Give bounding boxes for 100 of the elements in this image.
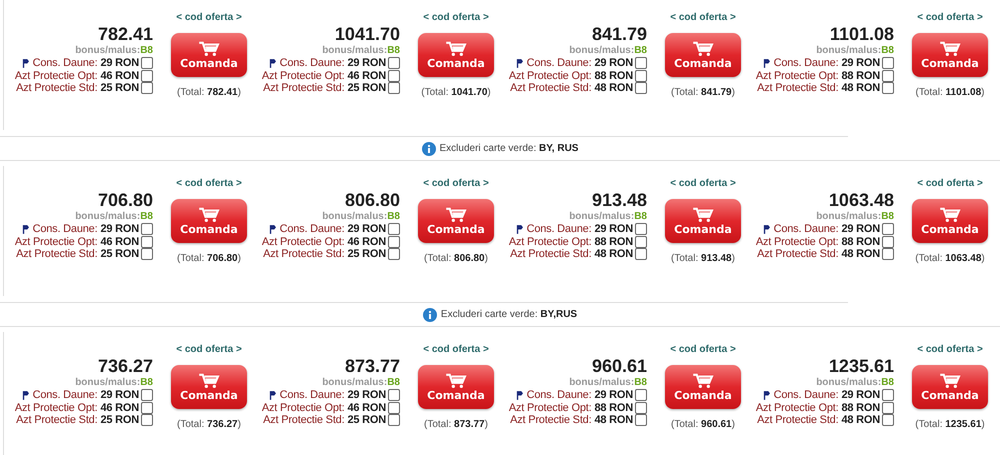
order-button[interactable]: Comanda bbox=[171, 365, 247, 409]
option-checkbox[interactable] bbox=[141, 70, 153, 82]
option-checkbox[interactable] bbox=[635, 236, 647, 248]
option-checkbox[interactable] bbox=[388, 402, 400, 414]
offer-code-link[interactable]: < cod oferta > bbox=[423, 344, 489, 356]
option-checkbox[interactable] bbox=[388, 70, 400, 82]
option-checkbox[interactable] bbox=[388, 414, 400, 426]
bonus-label: bonus/malus: bbox=[816, 377, 882, 388]
cart-icon bbox=[692, 372, 714, 388]
option-label: Azt Protectie Std: bbox=[16, 82, 98, 94]
option-label: Azt Protectie Std: bbox=[16, 248, 98, 260]
cart-icon bbox=[445, 372, 467, 388]
option-checkbox[interactable] bbox=[635, 223, 647, 236]
option-label: Azt Protectie Opt: bbox=[756, 236, 838, 248]
offer-price: 960.61 bbox=[592, 356, 647, 377]
offer-code-link[interactable]: < cod oferta > bbox=[917, 344, 983, 356]
option-price: 29 RON bbox=[594, 223, 633, 236]
option-checkbox[interactable] bbox=[141, 223, 153, 236]
total-text: (Total: 1041.70) bbox=[421, 87, 491, 98]
option-checkbox[interactable] bbox=[388, 57, 400, 70]
option-checkbox[interactable] bbox=[882, 248, 894, 260]
option-label: Azt Protectie Opt: bbox=[262, 236, 344, 248]
option-checkbox[interactable] bbox=[635, 414, 647, 426]
offer-price: 806.80 bbox=[344, 190, 400, 211]
order-button[interactable]: Comanda bbox=[912, 365, 988, 409]
bonus-class: B8 bbox=[140, 45, 153, 56]
option-price: 48 RON bbox=[841, 82, 880, 94]
offer-code-link[interactable]: < cod oferta > bbox=[670, 12, 736, 24]
order-button[interactable]: Comanda bbox=[665, 199, 741, 243]
option-price: 46 RON bbox=[100, 236, 139, 248]
bonus-label: bonus/malus: bbox=[322, 45, 388, 56]
option-checkbox[interactable] bbox=[635, 389, 647, 402]
offer-code-link[interactable]: < cod oferta > bbox=[670, 178, 736, 190]
option-checkbox[interactable] bbox=[882, 57, 894, 70]
offer-code-link[interactable]: < cod oferta > bbox=[176, 178, 242, 190]
option-label: Cons. Daune: bbox=[32, 223, 98, 236]
option-checkbox[interactable] bbox=[882, 402, 894, 414]
option-checkbox[interactable] bbox=[882, 236, 894, 248]
option-price: 29 RON bbox=[594, 389, 633, 402]
bonus-label: bonus/malus: bbox=[569, 211, 634, 222]
option-price: 88 RON bbox=[841, 236, 880, 248]
option-checkbox[interactable] bbox=[635, 70, 647, 82]
option-checkbox[interactable] bbox=[388, 236, 400, 248]
cart-icon bbox=[198, 206, 220, 222]
offer-code-link[interactable]: < cod oferta > bbox=[423, 12, 489, 24]
offer-code-link[interactable]: < cod oferta > bbox=[176, 344, 242, 356]
bonus-class: B8 bbox=[387, 45, 400, 56]
option-checkbox[interactable] bbox=[388, 389, 400, 402]
order-button[interactable]: Comanda bbox=[171, 199, 247, 243]
option-checkbox[interactable] bbox=[141, 82, 153, 94]
option-checkbox[interactable] bbox=[882, 389, 894, 402]
order-button[interactable]: Comanda bbox=[665, 365, 741, 409]
cart-icon bbox=[939, 40, 961, 56]
option-label: Cons. Daune: bbox=[774, 223, 838, 236]
option-price: 29 RON bbox=[347, 389, 386, 402]
order-button[interactable]: Comanda bbox=[418, 33, 494, 77]
option-checkbox[interactable] bbox=[635, 402, 647, 414]
cart-icon bbox=[198, 40, 220, 56]
cart-icon bbox=[939, 372, 961, 388]
cart-icon bbox=[692, 206, 714, 222]
option-checkbox[interactable] bbox=[141, 402, 153, 414]
option-checkbox[interactable] bbox=[882, 82, 894, 94]
option-checkbox[interactable] bbox=[141, 389, 153, 402]
option-checkbox[interactable] bbox=[635, 82, 647, 94]
option-checkbox[interactable] bbox=[882, 70, 894, 82]
option-label: Cons. Daune: bbox=[32, 389, 98, 402]
option-checkbox[interactable] bbox=[635, 57, 647, 70]
order-button[interactable]: Comanda bbox=[418, 199, 494, 243]
option-label: Cons. Daune: bbox=[526, 57, 592, 70]
option-label: Azt Protectie Opt: bbox=[14, 236, 98, 248]
bonus-label: bonus/malus: bbox=[75, 377, 140, 388]
option-checkbox[interactable] bbox=[141, 248, 153, 260]
option-checkbox[interactable] bbox=[388, 82, 400, 94]
order-button[interactable]: Comanda bbox=[912, 33, 988, 77]
option-checkbox[interactable] bbox=[635, 248, 647, 260]
option-checkbox[interactable] bbox=[388, 248, 400, 260]
option-price: 29 RON bbox=[841, 57, 880, 70]
order-button[interactable]: Comanda bbox=[665, 33, 741, 77]
order-button[interactable]: Comanda bbox=[418, 365, 494, 409]
offer-code-link[interactable]: < cod oferta > bbox=[423, 178, 489, 190]
option-checkbox[interactable] bbox=[141, 57, 153, 70]
offer-code-link[interactable]: < cod oferta > bbox=[917, 12, 983, 24]
offer-code-link[interactable]: < cod oferta > bbox=[670, 344, 736, 356]
option-label: Azt Protectie Opt: bbox=[756, 70, 838, 82]
total-text: (Total: 1063.48) bbox=[915, 253, 985, 264]
option-checkbox[interactable] bbox=[882, 414, 894, 426]
offer-code-link[interactable]: < cod oferta > bbox=[917, 178, 983, 190]
bonus-label: bonus/malus: bbox=[75, 211, 140, 222]
option-checkbox[interactable] bbox=[141, 414, 153, 426]
option-label: Azt Protectie Std: bbox=[510, 414, 592, 426]
option-checkbox[interactable] bbox=[141, 236, 153, 248]
offer-code-link[interactable]: < cod oferta > bbox=[176, 12, 242, 24]
option-checkbox[interactable] bbox=[388, 223, 400, 236]
option-checkbox[interactable] bbox=[882, 223, 894, 236]
order-button[interactable]: Comanda bbox=[912, 199, 988, 243]
option-label: Azt Protectie Std: bbox=[263, 82, 344, 94]
offer-price: 706.80 bbox=[98, 190, 153, 211]
order-button[interactable]: Comanda bbox=[171, 33, 247, 77]
option-label: Cons. Daune: bbox=[32, 57, 98, 70]
exclusion-text: Excluderi carte verde: BY, RUS bbox=[440, 143, 578, 154]
